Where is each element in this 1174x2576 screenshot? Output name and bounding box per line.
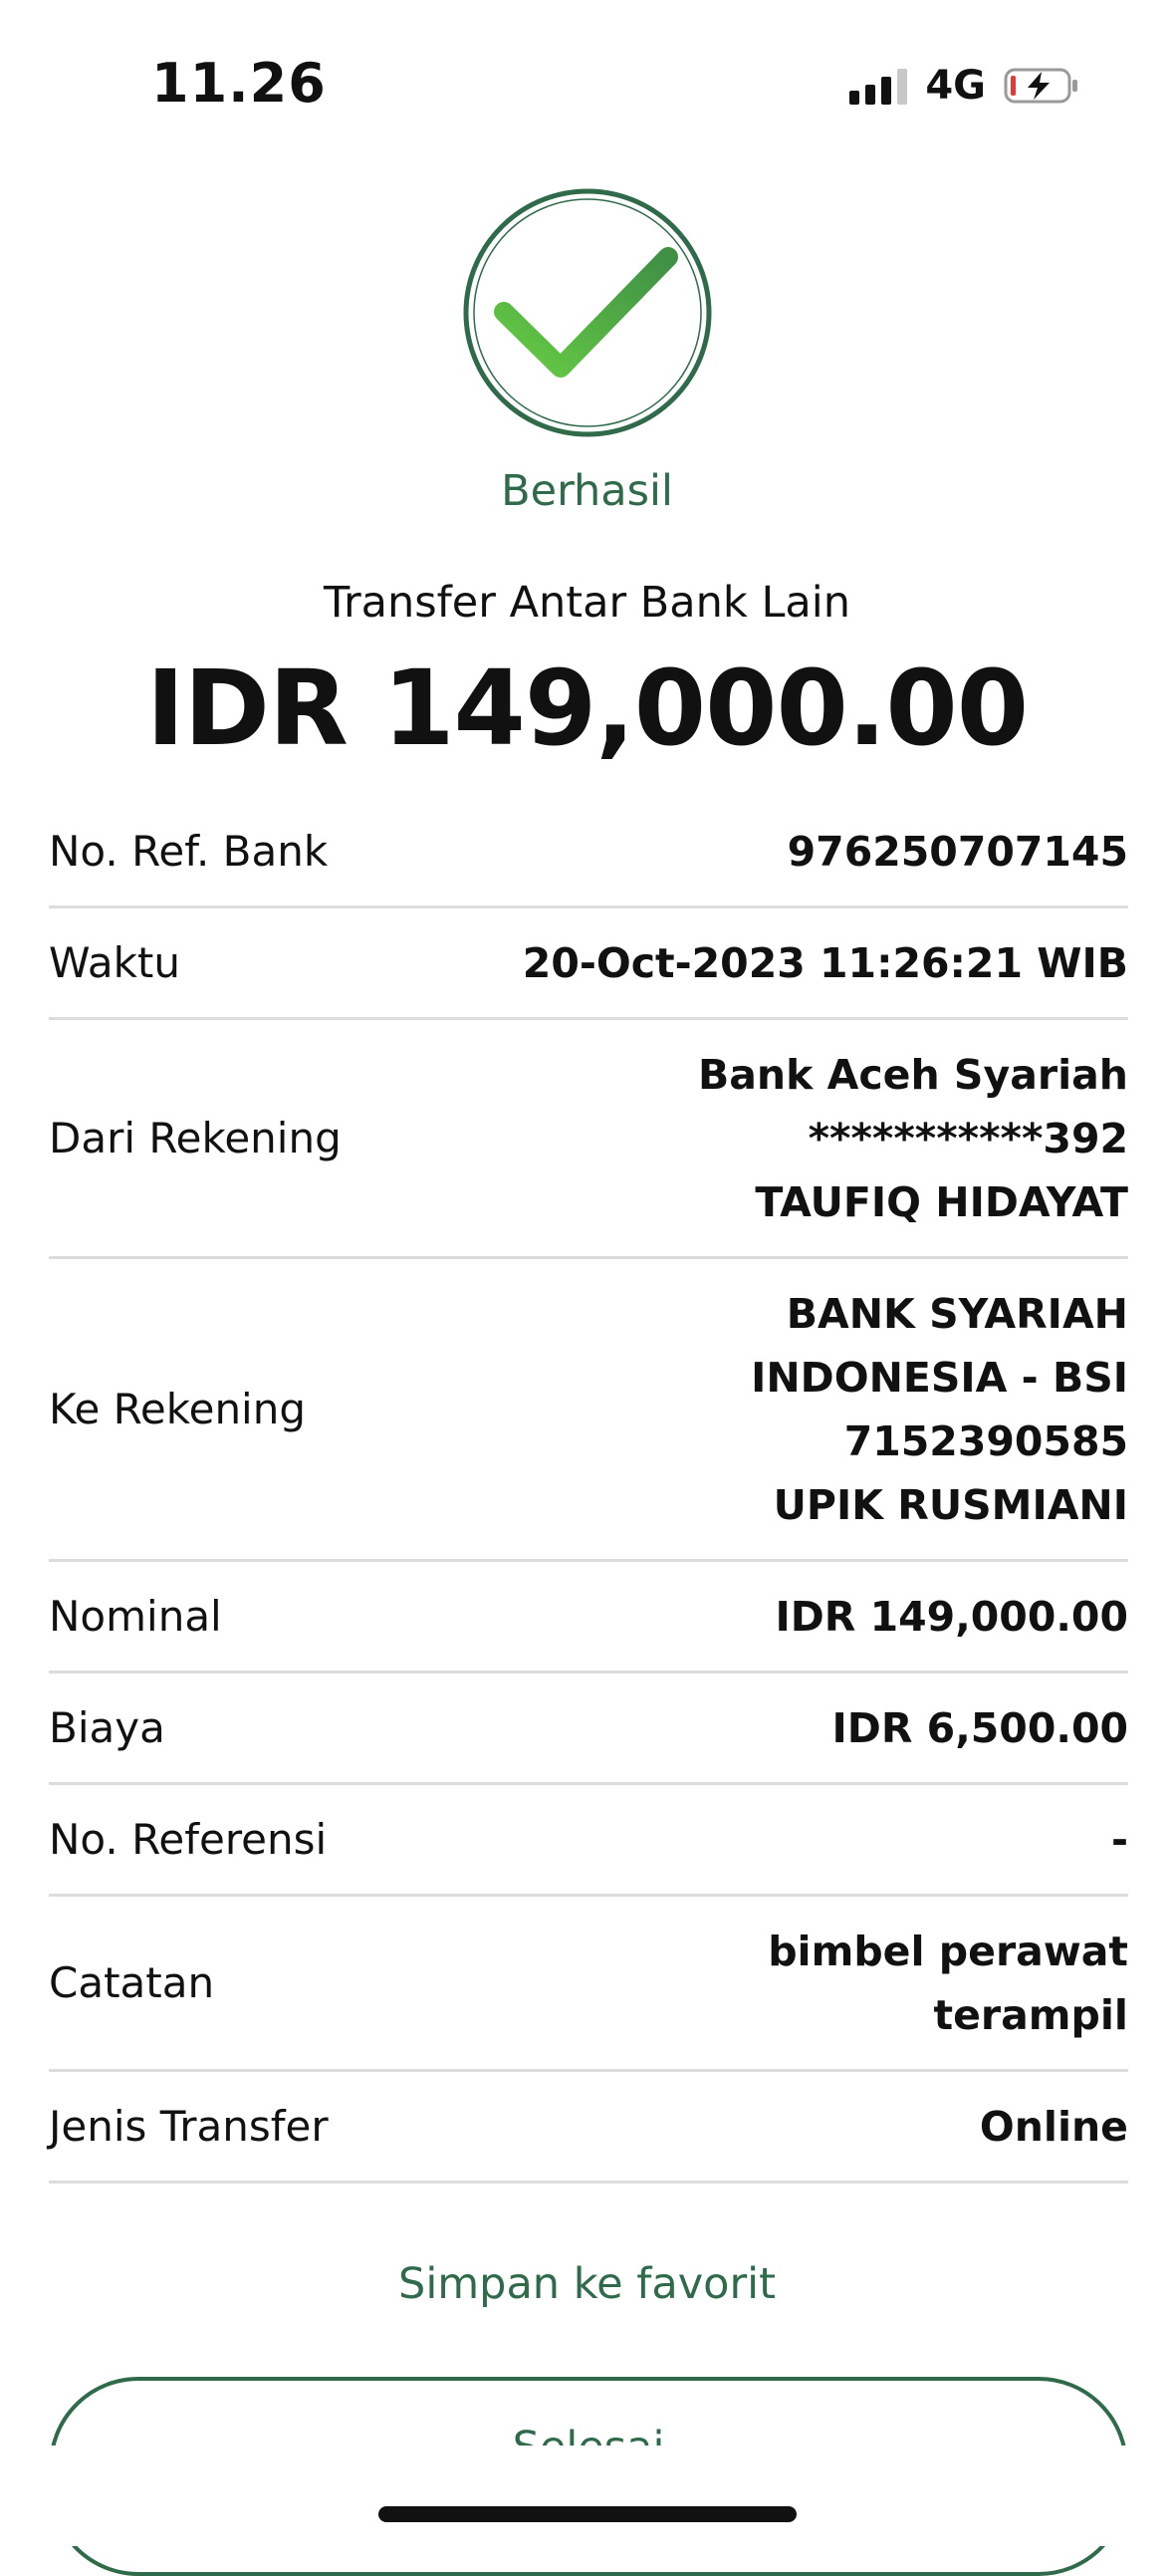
detail-row-reference-no: No. Referensi -: [49, 1785, 1128, 1897]
detail-row-nominal: Nominal IDR 149,000.00: [49, 1562, 1128, 1674]
detail-value: Online: [979, 2102, 1128, 2151]
status-indicators: 4G: [849, 63, 1079, 109]
detail-value: IDR 149,000.00: [775, 1592, 1128, 1641]
status-bar: 11.26 4G: [0, 0, 1174, 149]
detail-value: 20-Oct-2023 11:26:21 WIB: [522, 938, 1128, 987]
transfer-amount: IDR 149,000.00: [145, 647, 1029, 769]
save-to-favorite-link[interactable]: Simpan ke favorit: [0, 2259, 1174, 2309]
detail-label: Waktu: [49, 938, 180, 987]
detail-label: Dari Rekening: [49, 1114, 342, 1162]
detail-value: BANK SYARIAH INDONESIA - BSI 7152390585 …: [751, 1289, 1128, 1529]
checkmark-circle-icon: [462, 187, 713, 438]
home-indicator[interactable]: [378, 2506, 797, 2522]
status-time: 11.26: [151, 52, 327, 115]
status-label: Berhasil: [501, 466, 673, 516]
detail-label: Catatan: [49, 1958, 215, 2007]
network-type: 4G: [925, 63, 986, 109]
detail-row-fee: Biaya IDR 6,500.00: [49, 1674, 1128, 1785]
battery-charging-icon: [1004, 68, 1079, 104]
detail-row-time: Waktu 20-Oct-2023 11:26:21 WIB: [49, 908, 1128, 1020]
detail-row-note: Catatan bimbel perawat terampil: [49, 1897, 1128, 2072]
detail-value: -: [1110, 1815, 1128, 1864]
detail-label: No. Referensi: [49, 1815, 328, 1864]
detail-row-ref-bank: No. Ref. Bank 976250707145: [49, 797, 1128, 908]
transaction-details: No. Ref. Bank 976250707145 Waktu 20-Oct-…: [49, 797, 1128, 2184]
detail-value: IDR 6,500.00: [831, 1703, 1128, 1752]
detail-row-destination-account: Ke Rekening BANK SYARIAH INDONESIA - BSI…: [49, 1259, 1128, 1562]
detail-label: Jenis Transfer: [49, 2102, 329, 2151]
detail-value: bimbel perawat terampil: [768, 1927, 1128, 2039]
transfer-type: Transfer Antar Bank Lain: [324, 578, 850, 628]
signal-strength-icon: [849, 67, 908, 105]
bottom-safe-area: [0, 2446, 1174, 2546]
detail-row-source-account: Dari Rekening Bank Aceh Syariah ********…: [49, 1020, 1128, 1259]
detail-label: No. Ref. Bank: [49, 827, 329, 876]
detail-label: Ke Rekening: [49, 1385, 307, 1433]
detail-value: Bank Aceh Syariah ***********392 TAUFIQ …: [697, 1050, 1128, 1226]
detail-label: Nominal: [49, 1592, 222, 1641]
detail-row-transfer-kind: Jenis Transfer Online: [49, 2072, 1128, 2184]
detail-label: Biaya: [49, 1703, 165, 1752]
detail-value: 976250707145: [787, 827, 1128, 876]
